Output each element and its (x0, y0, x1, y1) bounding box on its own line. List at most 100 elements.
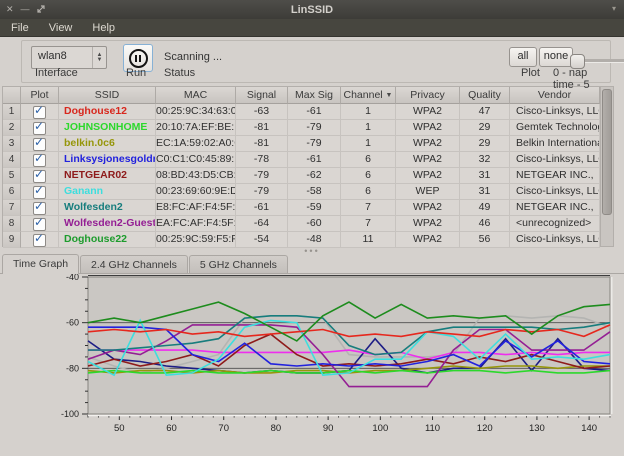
ssid-cell: Wolfesden2-Guest (59, 216, 156, 232)
mac-cell: C0:C1:C0:45:89:F8 (156, 152, 236, 168)
plot-cell: ✓ (21, 184, 59, 200)
quality-cell: 49 (460, 200, 510, 216)
ap-table: Plot SSID MAC Signal Max Sig Channel ▼ P… (2, 86, 614, 247)
spinner-arrows-icon[interactable]: ▲▼ (92, 47, 106, 68)
vendor-cell: Cisco-Linksys, LLC (510, 152, 600, 168)
max-sig-cell: -60 (288, 216, 341, 232)
menu-file[interactable]: File (11, 22, 29, 34)
header-signal[interactable]: Signal (236, 87, 288, 104)
svg-text:-40: -40 (66, 274, 79, 282)
table-scrollbar-thumb[interactable] (602, 89, 612, 215)
plot-none-button[interactable]: none (539, 47, 573, 67)
plot-cell: ✓ (21, 152, 59, 168)
header-ssid[interactable]: SSID (59, 87, 156, 104)
window-title: LinSSID (0, 4, 624, 16)
channel-cell: 1 (341, 120, 396, 136)
max-sig-cell: -79 (288, 136, 341, 152)
plot-cell: ✓ (21, 216, 59, 232)
header-mac[interactable]: MAC (156, 87, 236, 104)
row-number: 1 (3, 104, 21, 120)
signal-cell: -79 (236, 184, 288, 200)
header-privacy[interactable]: Privacy (396, 87, 460, 104)
table-scrollbar[interactable] (600, 86, 614, 247)
row-number: 8 (3, 216, 21, 232)
ssid-cell: Ganann (59, 184, 156, 200)
vendor-cell: Cisco-Linksys, LLC (510, 232, 600, 248)
table-row[interactable]: 1✓Doghouse1200:25:9C:34:63:06-63-611WPA2… (3, 104, 600, 120)
plot-cell: ✓ (21, 136, 59, 152)
table-row[interactable]: 2✓JOHNSONHOME20:10:7A:EF:BE:EF-81-791WPA… (3, 120, 600, 136)
plot-checkbox[interactable]: ✓ (33, 138, 46, 151)
titlebar: ✕ — LinSSID ▾ (0, 0, 624, 19)
header-maxsig[interactable]: Max Sig (288, 87, 341, 104)
vendor-cell: Cisco-Linksys, LLC (510, 184, 600, 200)
header-channel[interactable]: Channel ▼ (341, 87, 396, 104)
plot-checkbox[interactable]: ✓ (33, 106, 46, 119)
table-row[interactable]: 4✓LinksysjonesgoldrouterC0:C1:C0:45:89:F… (3, 152, 600, 168)
quality-cell: 56 (460, 232, 510, 248)
sort-desc-icon: ▼ (386, 92, 393, 99)
signal-cell: -54 (236, 232, 288, 248)
table-header-row: Plot SSID MAC Signal Max Sig Channel ▼ P… (3, 87, 600, 104)
svg-text:80: 80 (271, 423, 282, 434)
ssid-cell: Wolfesden2 (59, 200, 156, 216)
quality-cell: 47 (460, 104, 510, 120)
plot-checkbox[interactable]: ✓ (33, 154, 46, 167)
tab-time-graph[interactable]: Time Graph (2, 254, 79, 274)
svg-text:70: 70 (218, 423, 229, 434)
svg-text:90: 90 (323, 423, 334, 434)
toolbar: wlan8 ▲▼ Scanning ... Interface Run Stat… (21, 40, 611, 83)
plot-label: Plot (521, 67, 540, 79)
interface-select[interactable]: wlan8 ▲▼ (31, 46, 107, 69)
plot-checkbox[interactable]: ✓ (33, 202, 46, 215)
privacy-cell: WEP (396, 184, 460, 200)
svg-text:140: 140 (581, 423, 597, 434)
status-label: Status (164, 67, 195, 79)
svg-text:100: 100 (372, 423, 388, 434)
table-row[interactable]: 8✓Wolfesden2-GuestEA:FC:AF:F4:5F:F0-64-6… (3, 216, 600, 232)
plot-cell: ✓ (21, 120, 59, 136)
vendor-cell: Gemtek Technology C... (510, 120, 600, 136)
row-number: 2 (3, 120, 21, 136)
channel-cell: 6 (341, 152, 396, 168)
plot-checkbox[interactable]: ✓ (33, 234, 46, 247)
table-row[interactable]: 5✓NETGEAR0208:BD:43:D5:CB:03-79-626WPA23… (3, 168, 600, 184)
table-row[interactable]: 3✓belkin.0c6EC:1A:59:02:A0:C6-81-791WPA2… (3, 136, 600, 152)
privacy-cell: WPA2 (396, 152, 460, 168)
plot-all-button[interactable]: all (509, 47, 537, 67)
channel-cell: 1 (341, 136, 396, 152)
mac-cell: 20:10:7A:EF:BE:EF (156, 120, 236, 136)
mac-cell: 00:25:9C:34:63:06 (156, 104, 236, 120)
max-sig-cell: -79 (288, 120, 341, 136)
menu-view[interactable]: View (49, 22, 73, 34)
signal-cell: -63 (236, 104, 288, 120)
privacy-cell: WPA2 (396, 168, 460, 184)
max-sig-cell: -62 (288, 168, 341, 184)
ssid-cell: Doghouse12 (59, 104, 156, 120)
svg-text:-60: -60 (66, 318, 79, 328)
mac-cell: 00:23:69:60:9E:DB (156, 184, 236, 200)
svg-text:-100: -100 (61, 409, 79, 419)
table-row[interactable]: 9✓Doghouse2200:25:9C:59:F5:FC-54-4811WPA… (3, 232, 600, 248)
plot-checkbox[interactable]: ✓ (33, 218, 46, 231)
privacy-cell: WPA2 (396, 136, 460, 152)
plot-checkbox[interactable]: ✓ (33, 122, 46, 135)
privacy-cell: WPA2 (396, 200, 460, 216)
table-row[interactable]: 6✓Ganann00:23:69:60:9E:DB-79-586WEP31Cis… (3, 184, 600, 200)
header-plot[interactable]: Plot (21, 87, 59, 104)
splitter-handle[interactable]: ••• (0, 247, 624, 254)
signal-cell: -81 (236, 136, 288, 152)
menu-help[interactable]: Help (92, 22, 115, 34)
vendor-cell: <unrecognized> (510, 216, 600, 232)
vendor-cell: Cisco-Linksys, LLC (510, 104, 600, 120)
tab-24ghz-channels[interactable]: 2.4 GHz Channels (80, 255, 188, 273)
time-graph-chart: -40-60-80-1005060708090100110120130140 (0, 274, 624, 456)
header-quality[interactable]: Quality (460, 87, 510, 104)
tab-5ghz-channels[interactable]: 5 GHz Channels (189, 255, 288, 273)
window-menu-chevron-icon[interactable]: ▾ (612, 4, 616, 13)
channel-cell: 11 (341, 232, 396, 248)
plot-checkbox[interactable]: ✓ (33, 170, 46, 183)
plot-checkbox[interactable]: ✓ (33, 186, 46, 199)
interface-value: wlan8 (32, 47, 92, 68)
table-row[interactable]: 7✓Wolfesden2E8:FC:AF:F4:5F:EF-61-597WPA2… (3, 200, 600, 216)
